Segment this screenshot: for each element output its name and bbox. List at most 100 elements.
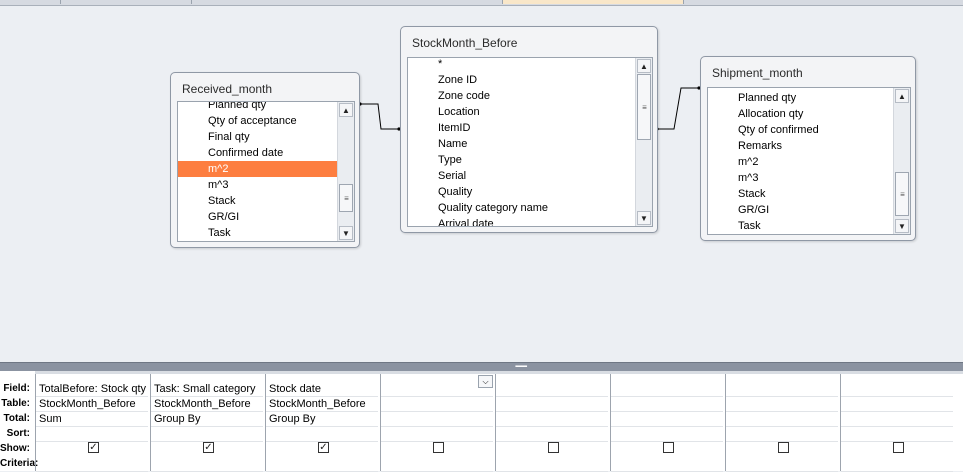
grid-column[interactable] (495, 374, 611, 472)
grid-cell-sort[interactable] (36, 427, 148, 442)
scroll-down-icon[interactable]: ▼ (339, 226, 353, 240)
vertical-scrollbar[interactable]: ▲ ≡ ▼ (893, 88, 910, 234)
field-list[interactable]: Task GR/GI Stack m^3 m^2 Remarks Qty of confir… (707, 87, 911, 235)
grid-cell-field[interactable] (496, 382, 608, 397)
field-list-item[interactable]: Final qty (178, 129, 337, 145)
grid-cell-table[interactable] (841, 397, 953, 412)
grid-cell-table[interactable]: StockMonth_Before (266, 397, 378, 412)
grid-cell-total[interactable] (381, 412, 493, 427)
field-list-item[interactable]: Qty of acceptance (178, 113, 337, 129)
field-list-item[interactable]: GR/GI (178, 209, 337, 225)
table-received-month[interactable]: Received_month Task GR/GI Stack m^3 m^2 Confi… (170, 72, 360, 248)
grid-cell-criteria[interactable] (36, 457, 148, 472)
grid-column[interactable]: Task: Small category StockMonth_Before Gro… (150, 374, 266, 472)
grid-cell-sort[interactable] (611, 427, 723, 442)
field-list-item[interactable]: GR/GI (708, 202, 893, 218)
grid-cell-sort[interactable] (841, 427, 953, 442)
chevron-down-icon[interactable]: ⌵ (478, 375, 493, 388)
field-list[interactable]: Arrival date Quality category name Quality… (407, 57, 653, 227)
grid-cell-sort[interactable] (266, 427, 378, 442)
grid-cell-field[interactable] (611, 382, 723, 397)
grid-cell-field[interactable]: Task: Small category (151, 382, 263, 397)
show-checkbox[interactable]: ✓ (88, 442, 99, 453)
grid-cell-criteria[interactable] (611, 457, 723, 472)
grid-cell-criteria[interactable] (381, 457, 493, 472)
grid-cell-total[interactable]: Sum (36, 412, 148, 427)
grid-cell-field[interactable]: TotalBefore: Stock qty (36, 382, 148, 397)
grid-cell-field[interactable]: Stock date (266, 382, 378, 397)
table-stockmonth-before[interactable]: StockMonth_Before Arrival date Quality ca… (400, 26, 658, 233)
field-list-item[interactable]: Quality (408, 184, 635, 200)
field-list-item[interactable]: Remarks (708, 138, 893, 154)
scroll-up-icon[interactable]: ▲ (339, 103, 353, 117)
splitter-grip[interactable]: ▪▪▪▪▪▪▪▪▪▪ (515, 364, 527, 370)
document-tab[interactable] (192, 0, 503, 4)
table-shipment-month[interactable]: Shipment_month Task GR/GI Stack m^3 m^2 Remar… (700, 56, 916, 241)
grid-cell-table[interactable] (381, 397, 493, 412)
field-list-item[interactable]: ItemID (408, 120, 635, 136)
grid-cell-table[interactable] (611, 397, 723, 412)
grid-column[interactable]: TotalBefore: Stock qty StockMonth_Before S… (35, 374, 151, 472)
grid-cell-criteria[interactable] (266, 457, 378, 472)
field-list-item[interactable]: Planned qty (708, 90, 893, 106)
show-checkbox[interactable] (548, 442, 559, 453)
field-list[interactable]: Task GR/GI Stack m^3 m^2 Confirmed date Final … (177, 101, 355, 242)
field-list-item[interactable]: Zone ID (408, 72, 635, 88)
grid-cell-criteria[interactable] (496, 457, 608, 472)
scroll-up-icon[interactable]: ▲ (895, 89, 909, 103)
field-list-item[interactable]: Confirmed date (178, 145, 337, 161)
vertical-scrollbar[interactable]: ▲ ≡ ▼ (635, 58, 652, 226)
grid-cell-table[interactable]: StockMonth_Before (36, 397, 148, 412)
join-line-received[interactable] (359, 103, 399, 130)
grid-cell-field[interactable] (841, 382, 953, 397)
grid-cell-total[interactable] (496, 412, 608, 427)
grid-cell-sort[interactable] (381, 427, 493, 442)
scroll-down-icon[interactable]: ▼ (895, 219, 909, 233)
grid-cell-total[interactable] (726, 412, 838, 427)
field-list-item[interactable]: Planned qty (178, 102, 337, 113)
grid-cell-table[interactable]: StockMonth_Before (151, 397, 263, 412)
field-list-item[interactable]: Zone code (408, 88, 635, 104)
field-list-item[interactable]: * (408, 58, 635, 72)
grid-column[interactable] (725, 374, 841, 472)
show-checkbox[interactable] (433, 442, 444, 453)
grid-cell-total[interactable] (611, 412, 723, 427)
grid-cell-sort[interactable] (151, 427, 263, 442)
show-checkbox[interactable]: ✓ (318, 442, 329, 453)
scroll-thumb[interactable]: ≡ (895, 172, 909, 216)
field-list-item[interactable]: Task (708, 218, 893, 234)
join-line-shipment[interactable] (656, 87, 700, 130)
show-checkbox[interactable] (893, 442, 904, 453)
field-list-item[interactable]: Qty of confirmed (708, 122, 893, 138)
grid-cell-sort[interactable] (496, 427, 608, 442)
field-list-item[interactable]: Stack (708, 186, 893, 202)
scroll-up-icon[interactable]: ▲ (637, 59, 651, 73)
scroll-thumb[interactable]: ≡ (637, 74, 651, 140)
grid-cell-total[interactable]: Group By (266, 412, 378, 427)
scroll-thumb[interactable]: ≡ (339, 184, 353, 212)
show-checkbox[interactable] (663, 442, 674, 453)
field-list-item[interactable]: Task (178, 225, 337, 241)
field-list-item[interactable]: Type (408, 152, 635, 168)
field-list-item[interactable]: m^3 (708, 170, 893, 186)
field-list-item[interactable]: m^2 (708, 154, 893, 170)
scroll-down-icon[interactable]: ▼ (637, 211, 651, 225)
field-list-item[interactable]: m^2 (178, 161, 337, 177)
grid-cell-field[interactable] (726, 382, 838, 397)
grid-cell-table[interactable] (496, 397, 608, 412)
grid-column[interactable] (840, 374, 956, 472)
grid-column[interactable]: ⌵ (380, 374, 496, 472)
grid-cell-criteria[interactable] (151, 457, 263, 472)
grid-column[interactable]: Stock date StockMonth_Before Group By ✓ (265, 374, 381, 472)
field-list-item[interactable]: Location (408, 104, 635, 120)
grid-cell-criteria[interactable] (841, 457, 953, 472)
grid-cell-field[interactable] (381, 382, 493, 397)
document-tab[interactable] (61, 0, 192, 4)
field-list-item[interactable]: Allocation qty (708, 106, 893, 122)
grid-cell-total[interactable]: Group By (151, 412, 263, 427)
field-list-item[interactable]: Serial (408, 168, 635, 184)
grid-cell-criteria[interactable] (726, 457, 838, 472)
show-checkbox[interactable] (778, 442, 789, 453)
document-tab-active[interactable] (503, 0, 684, 4)
grid-column[interactable] (610, 374, 726, 472)
